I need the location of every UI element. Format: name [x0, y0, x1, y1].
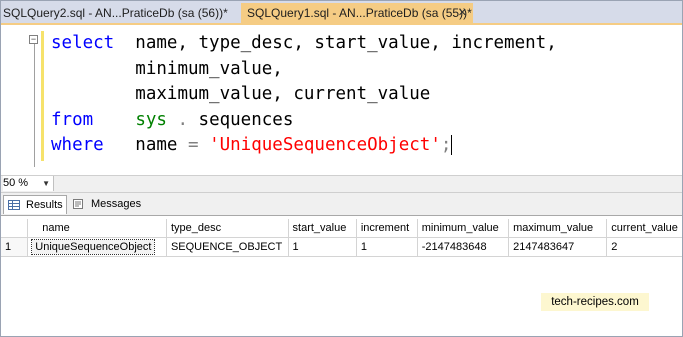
close-icon[interactable]: ✕ [458, 3, 467, 23]
select-columns-3: maximum_value, current_value [135, 84, 431, 105]
column-header[interactable]: name [27, 219, 167, 238]
select-columns-2: minimum_value, [135, 58, 283, 79]
cell-value: UniqueSequenceObject [31, 239, 156, 255]
table-cell[interactable]: 1 [288, 237, 357, 257]
chevron-down-icon[interactable]: ▼ [42, 176, 50, 191]
grid-icon [8, 200, 20, 210]
change-marker [41, 31, 44, 161]
where-column: name [135, 135, 178, 156]
tab-label: SQLQuery1.sql - AN...PraticeDb (sa (55))… [247, 6, 472, 20]
header-row: name type_desc start_value increment min… [1, 219, 682, 238]
sql-code[interactable]: select name, type_desc, start_value, inc… [51, 31, 557, 159]
column-header[interactable]: current_value [606, 219, 682, 238]
column-header[interactable]: start_value [288, 219, 357, 238]
keyword-select: select [51, 33, 115, 53]
editor-gutter [1, 25, 21, 175]
watermark: tech-recipes.com [541, 293, 649, 311]
column-header[interactable]: increment [356, 219, 418, 238]
table-cell[interactable]: 1 [356, 237, 418, 257]
collapse-icon[interactable]: − [29, 35, 38, 44]
semicolon: ; [440, 135, 452, 156]
tab-results-label: Results [26, 199, 63, 211]
zoom-select[interactable]: 50 % ▼ [3, 176, 54, 191]
keyword-where: where [51, 135, 104, 156]
zoom-bar: 50 % ▼ [1, 175, 682, 193]
results-grid: name type_desc start_value increment min… [1, 217, 682, 336]
code-line-5: where name = 'UniqueSequenceObject'; [51, 133, 557, 159]
table-row[interactable]: 1 UniqueSequenceObject SEQUENCE_OBJECT 1… [1, 237, 682, 257]
ssms-window: SQLQuery2.sql - AN...PraticeDb (sa (56))… [0, 0, 683, 337]
results-table: name type_desc start_value increment min… [1, 219, 682, 257]
tab-messages[interactable]: Messages [69, 195, 147, 214]
messages-icon [73, 199, 83, 209]
code-line-3: maximum_value, current_value [51, 82, 557, 108]
keyword-from: from [51, 109, 94, 130]
text-cursor [451, 135, 453, 156]
tab-messages-label: Messages [91, 198, 142, 210]
code-line-2: minimum_value, [51, 57, 557, 83]
outline-line [34, 37, 35, 167]
column-header[interactable]: minimum_value [417, 219, 510, 238]
table-name: sequences [198, 109, 294, 130]
document-tab-bar: SQLQuery2.sql - AN...PraticeDb (sa (56))… [1, 1, 682, 25]
results-tab-bar: Results Messages [1, 193, 682, 216]
equals-operator: = [177, 135, 210, 156]
table-cell[interactable]: SEQUENCE_OBJECT [166, 237, 289, 257]
code-line-1: select name, type_desc, start_value, inc… [51, 31, 557, 57]
table-cell[interactable]: UniqueSequenceObject [27, 237, 167, 257]
column-header[interactable]: maximum_value [508, 219, 608, 238]
column-header[interactable]: type_desc [166, 219, 289, 238]
row-number[interactable]: 1 [1, 237, 29, 257]
schema-sys: sys [135, 109, 167, 130]
tab-sqlquery1[interactable]: SQLQuery1.sql - AN...PraticeDb (sa (55))… [241, 3, 473, 23]
tab-results[interactable]: Results [3, 195, 67, 214]
row-number-header [1, 219, 29, 238]
query-editor[interactable]: − select name, type_desc, start_value, i… [1, 25, 682, 175]
tab-label: SQLQuery2.sql - AN...PraticeDb (sa (56))… [3, 6, 228, 20]
dot-operator: . [166, 109, 199, 130]
table-cell[interactable]: 2147483647 [508, 237, 608, 257]
table-cell[interactable]: 2 [606, 237, 682, 257]
code-line-4: from sys . sequences [51, 108, 557, 134]
tab-sqlquery2[interactable]: SQLQuery2.sql - AN...PraticeDb (sa (56))… [1, 3, 241, 23]
string-literal: 'UniqueSequenceObject' [209, 135, 441, 156]
select-columns: name, type_desc, start_value, increment, [114, 33, 557, 53]
table-cell[interactable]: -2147483648 [417, 237, 510, 257]
zoom-value: 50 % [3, 177, 29, 189]
